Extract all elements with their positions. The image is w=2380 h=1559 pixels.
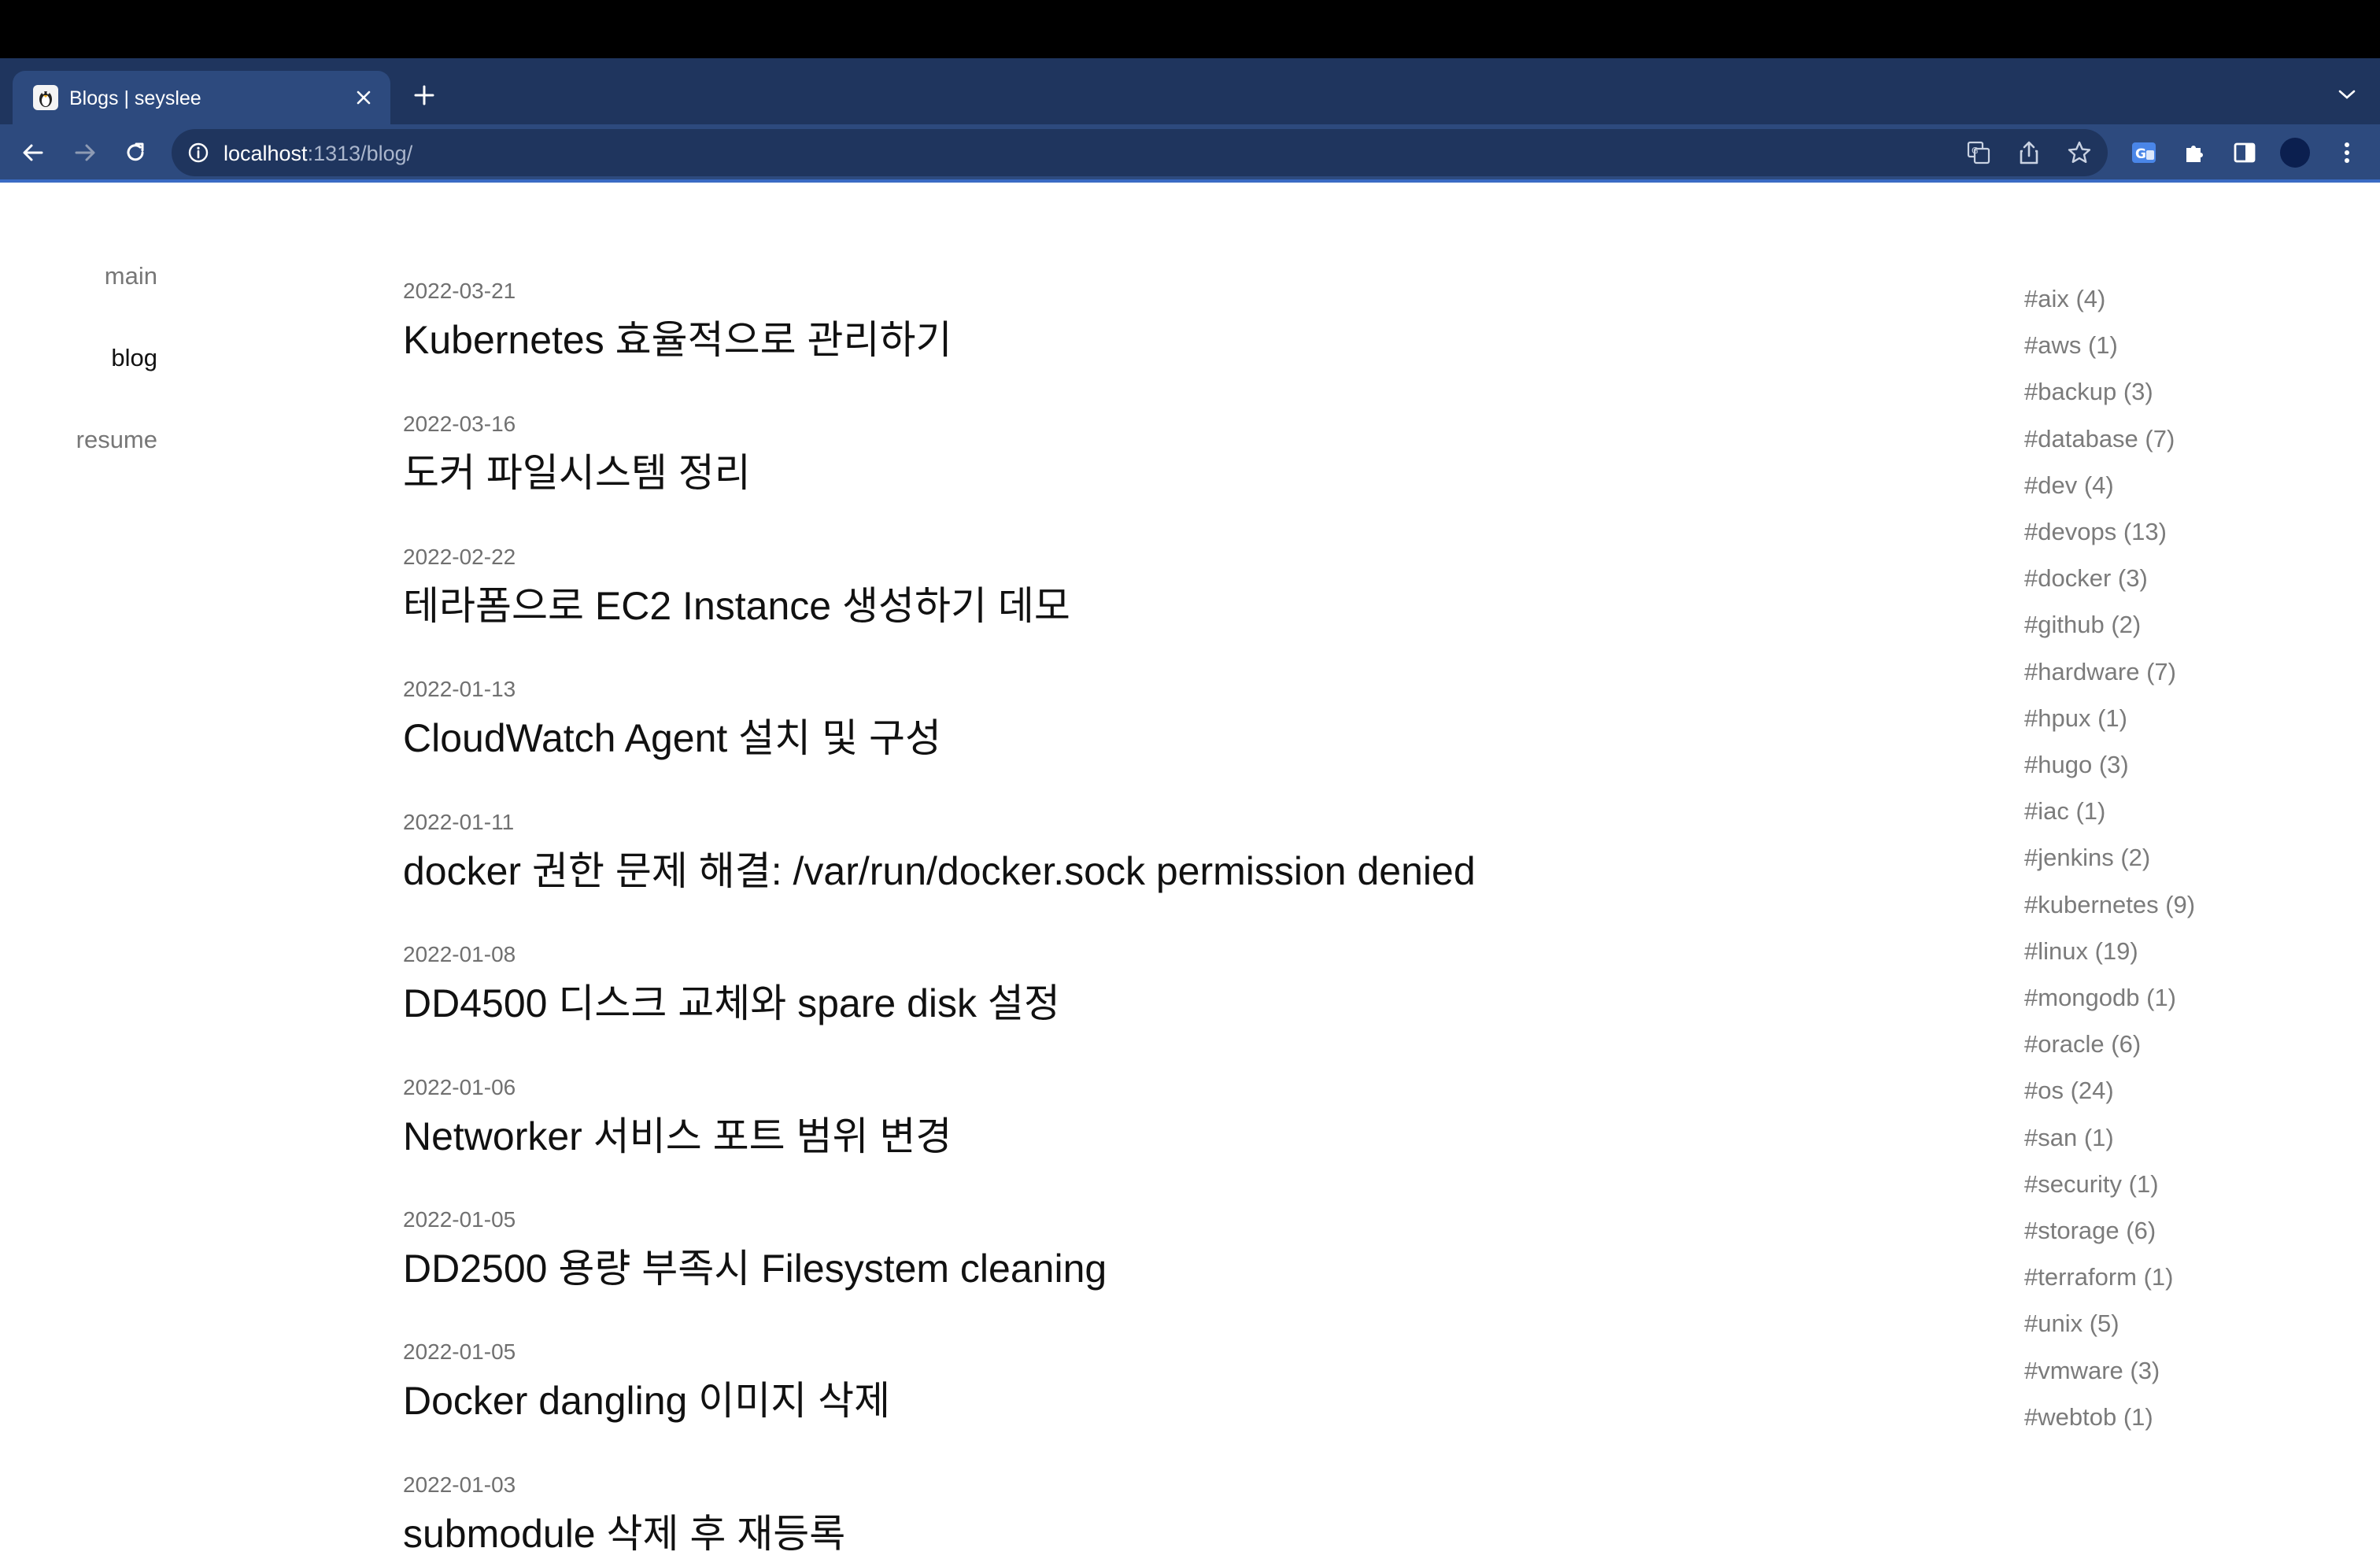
- nav-link-main[interactable]: main: [105, 262, 157, 290]
- post-date: 2022-01-08: [403, 942, 516, 966]
- post-date: 2022-03-16: [403, 412, 516, 436]
- bookmark-star-icon[interactable]: [2065, 139, 2094, 167]
- url-host: localhost: [224, 142, 308, 165]
- post-item: 2022-02-22 테라폼으로 EC2 Instance 생성하기 데모: [403, 545, 1070, 631]
- tag-link[interactable]: #hardware (7): [2024, 648, 2195, 695]
- tag-link[interactable]: #iac (1): [2024, 788, 2195, 834]
- post-title-link[interactable]: Networker 서비스 포트 범위 변경: [403, 1105, 952, 1162]
- toolbar-divider: [0, 179, 2380, 183]
- share-icon[interactable]: [2015, 139, 2043, 167]
- url-text: localhost:1313/blog/: [224, 142, 412, 166]
- post-title-link[interactable]: Kubernetes 효율적으로 관리하기: [403, 308, 952, 365]
- post-item: 2022-03-21 Kubernetes 효율적으로 관리하기: [403, 279, 952, 365]
- post-date: 2022-01-13: [403, 677, 516, 701]
- tag-link[interactable]: #aws (1): [2024, 322, 2195, 368]
- tag-link[interactable]: #aix (4): [2024, 275, 2195, 322]
- close-tab-icon[interactable]: [348, 82, 379, 113]
- tag-link[interactable]: #security (1): [2024, 1161, 2195, 1207]
- post-date: 2022-01-05: [403, 1339, 516, 1364]
- tag-link[interactable]: #devops (13): [2024, 508, 2195, 555]
- tag-link[interactable]: #unix (5): [2024, 1300, 2195, 1347]
- post-date: 2022-03-21: [403, 279, 516, 303]
- extensions-puzzle-icon[interactable]: [2177, 135, 2212, 170]
- tag-link[interactable]: #oracle (6): [2024, 1021, 2195, 1067]
- address-bar[interactable]: localhost:1313/blog/ G: [172, 129, 2108, 176]
- reload-icon[interactable]: [118, 135, 153, 170]
- post-title-link[interactable]: 테라폼으로 EC2 Instance 생성하기 데모: [403, 574, 1070, 631]
- post-item: 2022-01-08 DD4500 디스크 교체와 spare disk 설정: [403, 942, 1060, 1029]
- tag-link[interactable]: #hpux (1): [2024, 695, 2195, 741]
- tag-link[interactable]: #kubernetes (9): [2024, 881, 2195, 928]
- tag-link[interactable]: #dev (4): [2024, 462, 2195, 508]
- url-path: :1313/blog/: [307, 142, 413, 165]
- tag-link[interactable]: #docker (3): [2024, 555, 2195, 601]
- tag-link[interactable]: #mongodb (1): [2024, 974, 2195, 1021]
- tag-link[interactable]: #os (24): [2024, 1067, 2195, 1114]
- post-item: 2022-01-11 docker 권한 문제 해결: /var/run/doc…: [403, 810, 1476, 896]
- browser-tab[interactable]: Blogs | seyslee: [13, 71, 390, 124]
- google-translate-extension-icon[interactable]: G: [2127, 135, 2161, 170]
- tab-title: Blogs | seyslee: [69, 87, 201, 109]
- profile-avatar[interactable]: [2278, 135, 2312, 170]
- tag-list: #aix (4) #aws (1) #backup (3) #database …: [2024, 275, 2195, 1440]
- post-item: 2022-01-13 CloudWatch Agent 설치 및 구성: [403, 677, 941, 763]
- penguin-favicon-icon: [33, 85, 58, 110]
- tag-link[interactable]: #database (7): [2024, 416, 2195, 462]
- tab-strip: Blogs | seyslee: [0, 58, 2380, 124]
- tag-link[interactable]: #vmware (3): [2024, 1347, 2195, 1394]
- post-item: 2022-01-05 Docker dangling 이미지 삭제: [403, 1339, 890, 1426]
- post-date: 2022-01-11: [403, 810, 515, 834]
- svg-text:G: G: [2135, 146, 2146, 162]
- tag-link[interactable]: #linux (19): [2024, 928, 2195, 974]
- post-title-link[interactable]: DD4500 디스크 교체와 spare disk 설정: [403, 972, 1060, 1029]
- post-title-link[interactable]: DD2500 용량 부족시 Filesystem cleaning: [403, 1237, 1107, 1294]
- post-title-link[interactable]: Docker dangling 이미지 삭제: [403, 1369, 890, 1426]
- tab-search-chevron-down-icon[interactable]: [2333, 80, 2361, 109]
- post-date: 2022-01-06: [403, 1075, 516, 1099]
- tag-link[interactable]: #terraform (1): [2024, 1254, 2195, 1300]
- post-title-link[interactable]: 도커 파일시스템 정리: [403, 441, 751, 498]
- post-date: 2022-02-22: [403, 545, 516, 569]
- more-menu-kebab-icon[interactable]: [2330, 135, 2364, 170]
- tag-link[interactable]: #backup (3): [2024, 368, 2195, 415]
- forward-arrow-icon[interactable]: [68, 135, 102, 170]
- post-title-link[interactable]: CloudWatch Agent 설치 및 구성: [403, 707, 941, 763]
- new-tab-plus-icon[interactable]: [408, 79, 441, 112]
- post-item: 2022-01-06 Networker 서비스 포트 범위 변경: [403, 1075, 952, 1162]
- nav-link-blog[interactable]: blog: [111, 344, 157, 372]
- post-date: 2022-01-03: [403, 1472, 516, 1497]
- browser-toolbar: localhost:1313/blog/ G G: [0, 124, 2380, 181]
- tag-link[interactable]: #jenkins (2): [2024, 834, 2195, 881]
- post-date: 2022-01-05: [403, 1207, 516, 1232]
- svg-text:G: G: [1972, 146, 1979, 156]
- post-title-link[interactable]: submodule 삭제 후 재등록: [403, 1502, 845, 1559]
- site-info-icon[interactable]: [187, 142, 209, 164]
- tag-link[interactable]: #san (1): [2024, 1114, 2195, 1161]
- translate-icon[interactable]: G: [1964, 139, 1993, 167]
- side-panel-icon[interactable]: [2227, 135, 2262, 170]
- back-arrow-icon[interactable]: [16, 135, 50, 170]
- tag-link[interactable]: #hugo (3): [2024, 741, 2195, 788]
- tag-link[interactable]: #webtob (1): [2024, 1394, 2195, 1440]
- post-item: 2022-01-05 DD2500 용량 부족시 Filesystem clea…: [403, 1207, 1107, 1294]
- macos-menu-bar: [0, 0, 2380, 58]
- post-item: 2022-03-16 도커 파일시스템 정리: [403, 412, 751, 498]
- nav-link-resume[interactable]: resume: [76, 426, 157, 454]
- post-title-link[interactable]: docker 권한 문제 해결: /var/run/docker.sock pe…: [403, 840, 1476, 896]
- tag-link[interactable]: #github (2): [2024, 601, 2195, 648]
- tag-link[interactable]: #storage (6): [2024, 1207, 2195, 1254]
- post-item: 2022-01-03 submodule 삭제 후 재등록: [403, 1472, 845, 1559]
